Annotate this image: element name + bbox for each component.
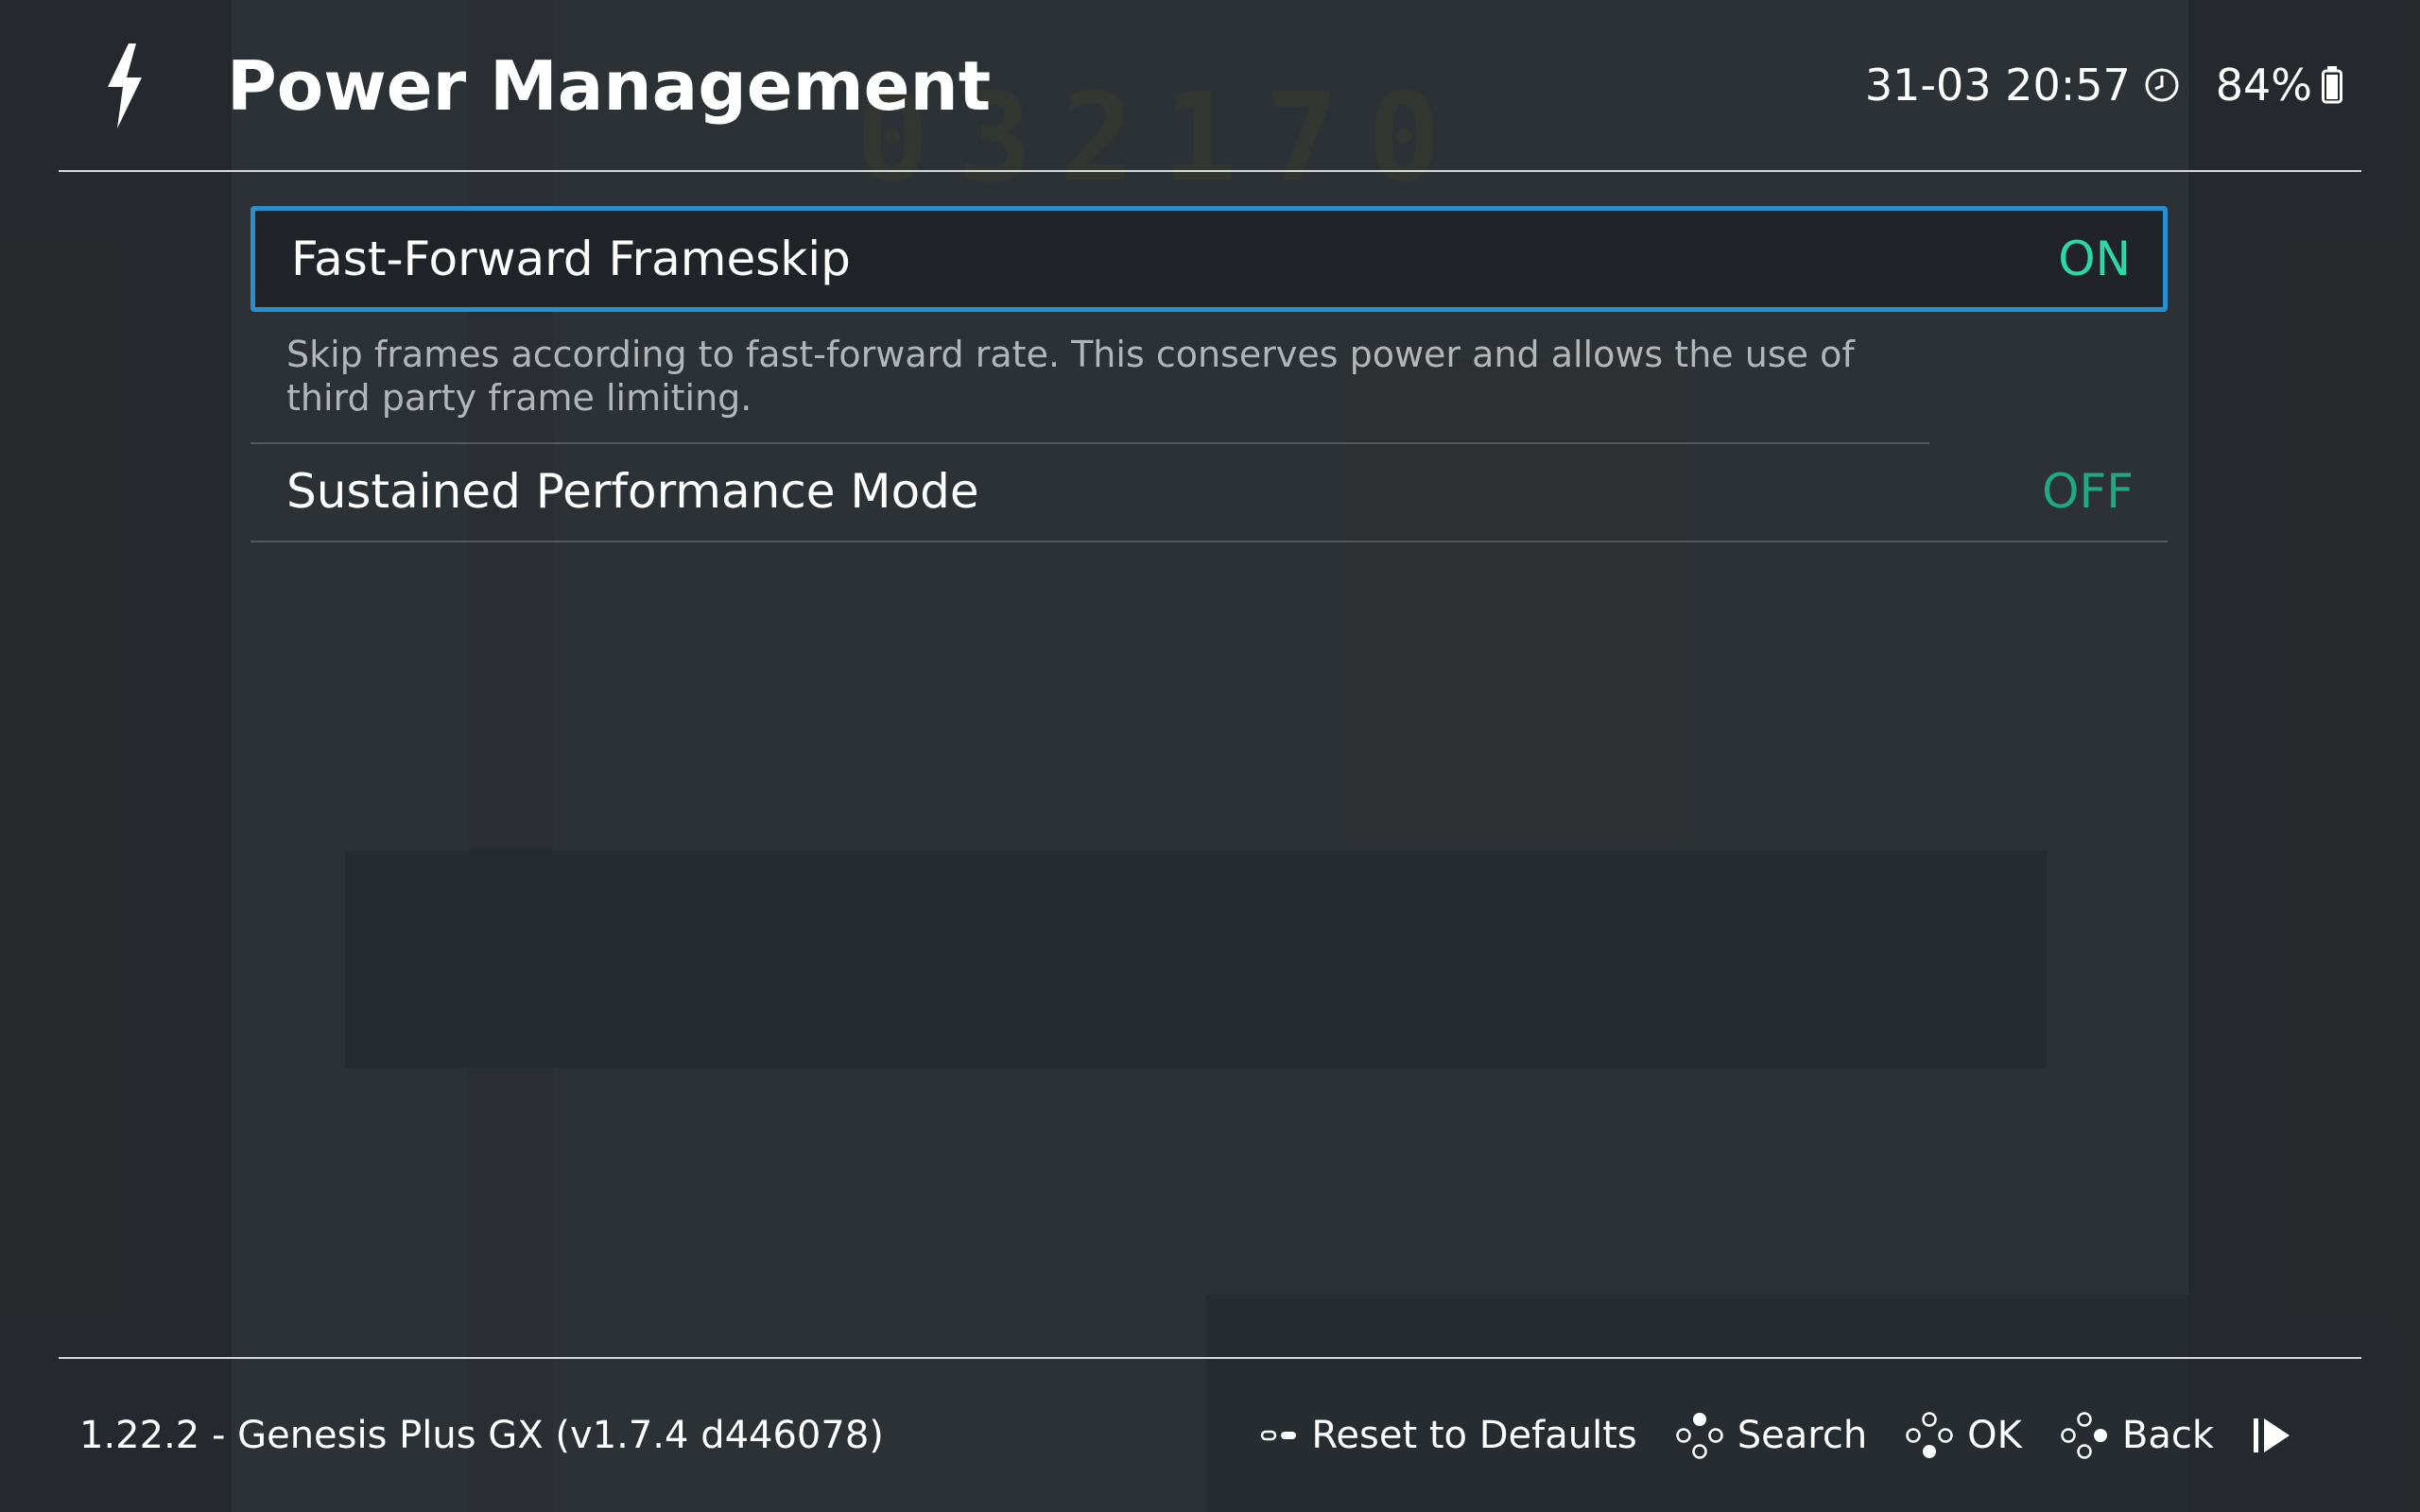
hint-label: Reset to Defaults — [1311, 1414, 1637, 1457]
setting-value[interactable]: ON — [2058, 211, 2131, 307]
resume-hint[interactable] — [2252, 1417, 2305, 1454]
search-hint[interactable]: Search — [1675, 1408, 1867, 1463]
setting-sustained-performance-mode[interactable]: Sustained Performance Mode OFF — [251, 444, 2168, 542]
setting-label: Sustained Performance Mode — [286, 464, 979, 519]
ok-hint[interactable]: OK — [1905, 1408, 2022, 1463]
setting-value[interactable]: OFF — [2042, 444, 2134, 539]
button-diamond-icon — [1906, 1412, 1953, 1458]
back-hint[interactable]: Back — [2060, 1408, 2214, 1463]
datetime: 31-03 20:57 — [1864, 60, 2131, 111]
version-info: 1.22.2 - Genesis Plus GX (v1.7.4 d446078… — [79, 1414, 884, 1457]
hint-label: Back — [2121, 1414, 2214, 1457]
button-diamond-icon — [1676, 1413, 1723, 1459]
status-bar: 31-03 20:57 84% — [1865, 57, 2342, 113]
footer: 1.22.2 - Genesis Plus GX (v1.7.4 d446078… — [59, 1357, 2361, 1512]
battery-level: 84% — [2215, 60, 2312, 111]
setting-description: Skip frames according to fast-forward ra… — [251, 312, 1929, 444]
button-diamond-icon — [2061, 1412, 2107, 1459]
app-root: 032170 Power Management 31-03 20:57 84% … — [0, 0, 2420, 1512]
button-hints: Reset to Defaults Search OK Back — [1222, 1408, 2305, 1463]
setting-fast-forward-frameskip[interactable]: Fast-Forward Frameskip ON — [251, 206, 2168, 312]
battery-icon — [2322, 66, 2342, 104]
resume-icon — [2254, 1418, 2290, 1452]
hint-label: Search — [1737, 1414, 1868, 1457]
reset-to-defaults-hint[interactable]: Reset to Defaults — [1260, 1408, 1637, 1463]
settings-list: Fast-Forward Frameskip ON Skip frames ac… — [251, 206, 2168, 542]
select-button-icon — [1261, 1430, 1297, 1441]
page-title: Power Management — [227, 46, 992, 126]
setting-label: Fast-Forward Frameskip — [291, 232, 851, 286]
hint-label: OK — [1967, 1414, 2022, 1457]
clock-icon — [2145, 68, 2179, 102]
bolt-icon — [108, 43, 142, 129]
header: Power Management 31-03 20:57 84% — [59, 0, 2361, 172]
